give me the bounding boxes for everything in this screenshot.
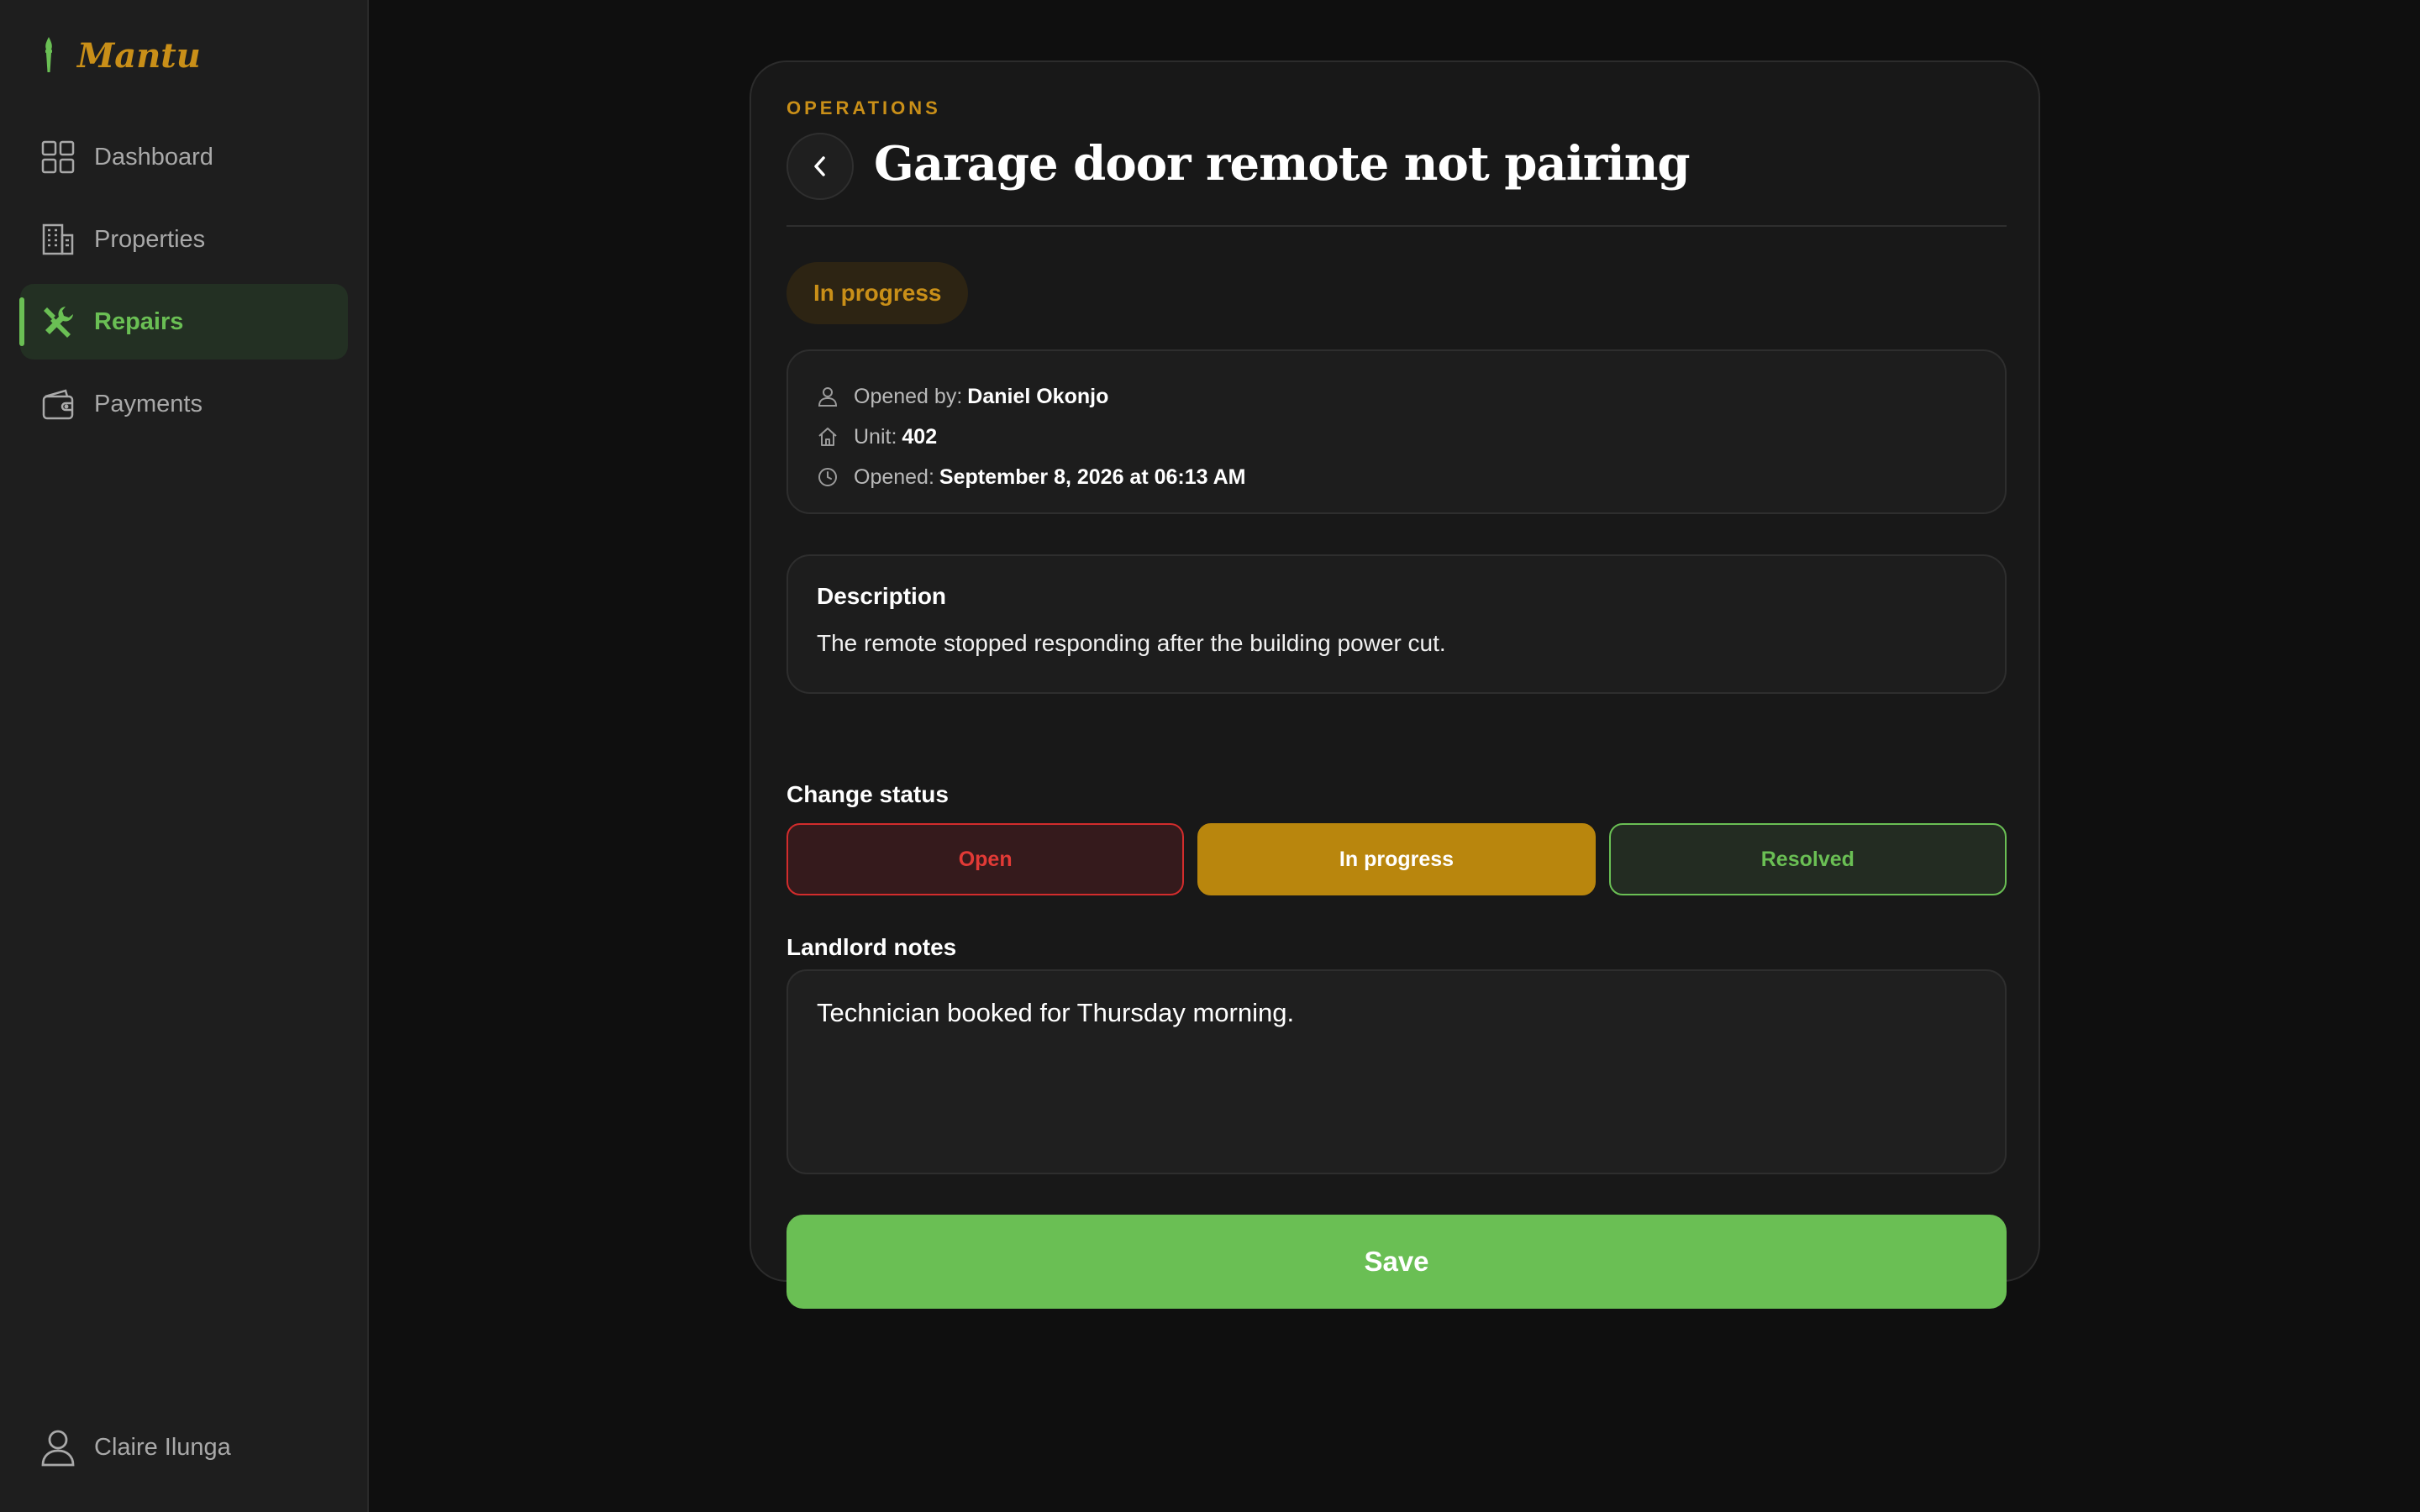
sidebar-item-repairs[interactable]: Repairs <box>19 284 348 360</box>
landlord-notes-label: Landlord notes <box>786 934 957 960</box>
status-badge: In progress <box>786 262 969 324</box>
divider <box>786 225 2007 227</box>
building-icon <box>42 223 74 255</box>
sidebar-item-label: Properties <box>94 225 206 253</box>
page-title: Garage door remote not pairing <box>874 136 1691 192</box>
back-button[interactable] <box>786 133 854 200</box>
user-icon <box>41 1430 75 1467</box>
meta-opened-by: Opened by: Daniel Okonjo <box>817 376 2005 417</box>
meta-value: September 8, 2026 at 06:13 AM <box>939 465 1246 489</box>
repair-detail-card: OPERATIONS Garage door remote not pairin… <box>750 60 2040 1309</box>
clock-icon <box>818 468 837 486</box>
sidebar-item-properties[interactable]: Properties <box>20 202 348 277</box>
chevron-left-icon <box>814 156 825 176</box>
change-status-label: Change status <box>786 781 949 807</box>
brand-name: Mantu <box>77 35 201 76</box>
sidebar-nav: Dashboard Properties Repairs Payments <box>19 119 348 449</box>
status-resolved-button[interactable]: Resolved <box>1608 823 2007 895</box>
meta-unit: Unit: 402 <box>817 417 2005 457</box>
description-title: Description <box>817 583 947 609</box>
home-icon <box>818 428 837 446</box>
sidebar-item-label: Payments <box>94 390 203 417</box>
wallet-icon <box>42 389 74 420</box>
user-menu[interactable]: Claire Ilunga <box>40 1428 231 1467</box>
meta-value: 402 <box>902 424 938 449</box>
grid-icon <box>41 140 75 174</box>
status-in-progress-button[interactable]: In progress <box>1197 823 1596 895</box>
meta-label: Opened by: <box>854 384 963 408</box>
landlord-notes-input[interactable]: Technician booked for Thursday morning. <box>786 969 2007 1174</box>
sidebar-item-label: Repairs <box>94 307 184 335</box>
sidebar: Mantu Dashboard Properties Repairs Payme… <box>0 0 369 1512</box>
save-button[interactable]: Save <box>786 1215 2007 1309</box>
torch-logo-icon <box>45 37 52 72</box>
status-open-button[interactable]: Open <box>786 823 1185 895</box>
user-name: Claire Ilunga <box>94 1433 231 1461</box>
description-text: The remote stopped responding after the … <box>817 630 1446 656</box>
user-icon <box>818 387 838 407</box>
status-options: Open In progress Resolved <box>786 823 2007 895</box>
brand[interactable]: Mantu <box>39 35 201 76</box>
meta-value: Daniel Okonjo <box>967 384 1109 408</box>
section-eyebrow: OPERATIONS <box>786 97 941 118</box>
tools-icon <box>44 307 73 338</box>
sidebar-item-label: Dashboard <box>94 143 213 171</box>
meta-label: Opened: <box>854 465 934 489</box>
repair-meta: Opened by: Daniel Okonjo Unit: 402 Opene… <box>786 349 2007 514</box>
description-box: Description The remote stopped respondin… <box>786 554 2007 694</box>
meta-opened: Opened: September 8, 2026 at 06:13 AM <box>817 457 2005 497</box>
sidebar-item-dashboard[interactable]: Dashboard <box>20 119 348 195</box>
sidebar-item-payments[interactable]: Payments <box>20 366 348 442</box>
meta-label: Unit: <box>854 424 897 449</box>
